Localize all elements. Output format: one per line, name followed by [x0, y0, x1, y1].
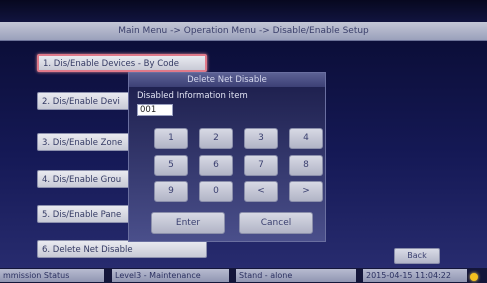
key-2[interactable]: 2	[199, 128, 233, 149]
panel-screen: Main Menu -> Operation Menu -> Disable/E…	[0, 0, 487, 283]
datetime: 2015-04-15 11:04:22	[363, 269, 467, 282]
key-0[interactable]: 0	[199, 181, 233, 202]
key-6[interactable]: 6	[199, 155, 233, 176]
key-left[interactable]: <	[244, 181, 278, 202]
menu-item-disable-by-code[interactable]: 1. Dis/Enable Devices - By Code	[37, 54, 207, 72]
screen-top-bezel	[0, 0, 487, 22]
menu-item-delete-net-disable[interactable]: 6. Delete Net Disable	[37, 240, 207, 258]
back-button[interactable]: Back	[394, 248, 440, 264]
key-3[interactable]: 3	[244, 128, 278, 149]
disabled-item-input[interactable]: 001	[137, 104, 173, 116]
key-8[interactable]: 8	[289, 155, 323, 176]
delete-net-disable-dialog: Delete Net Disable Disabled Information …	[128, 72, 326, 242]
enter-button[interactable]: Enter	[151, 212, 225, 234]
disabled-item-label: Disabled Information item	[137, 91, 248, 101]
access-level: Level3 - Maintenance	[112, 269, 229, 282]
key-1[interactable]: 1	[154, 128, 188, 149]
status-bar: mmission Status Level3 - Maintenance Sta…	[0, 268, 487, 283]
key-7[interactable]: 7	[244, 155, 278, 176]
commission-status: mmission Status	[0, 269, 104, 282]
key-9[interactable]: 9	[154, 181, 188, 202]
breadcrumb: Main Menu -> Operation Menu -> Disable/E…	[0, 22, 487, 41]
key-right[interactable]: >	[289, 181, 323, 202]
dialog-title: Delete Net Disable	[129, 73, 325, 87]
status-indicator-icon	[470, 273, 478, 281]
key-5[interactable]: 5	[154, 155, 188, 176]
key-4[interactable]: 4	[289, 128, 323, 149]
network-mode: Stand - alone	[236, 269, 356, 282]
cancel-button[interactable]: Cancel	[239, 212, 313, 234]
